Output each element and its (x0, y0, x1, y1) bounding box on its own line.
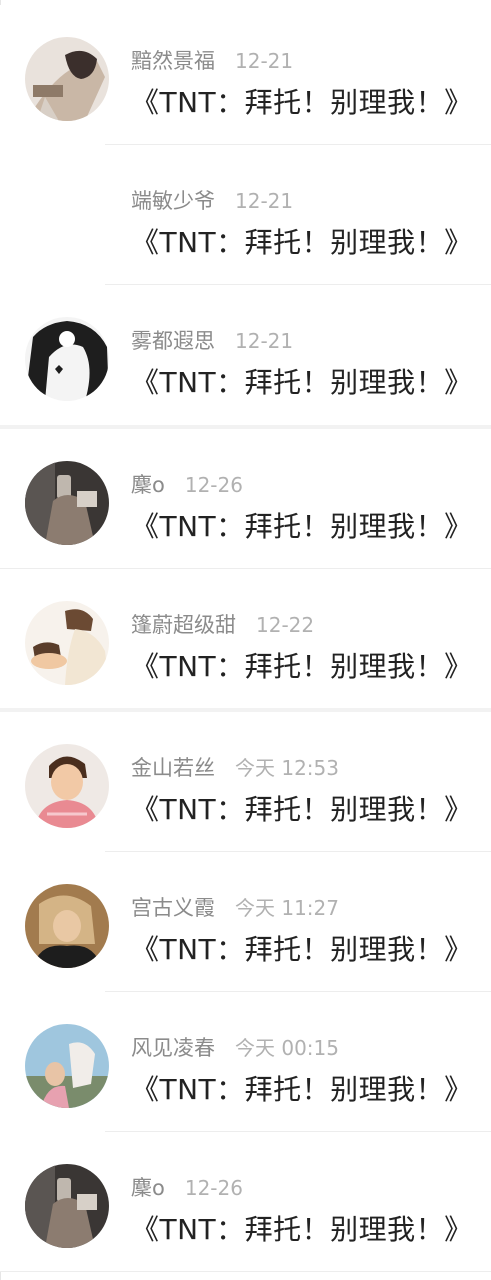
timestamp: 12-21 (235, 189, 294, 213)
list-item[interactable]: 端敏少爷 12-21 《TNT：拜托！别理我！》 (0, 145, 491, 285)
username[interactable]: 麇o (131, 469, 165, 499)
book-title[interactable]: 《TNT：拜托！别理我！》 (131, 1068, 473, 1108)
list-item[interactable]: 金山若丝 今天 12:53 《TNT：拜托！别理我！》 (0, 712, 491, 852)
book-title[interactable]: 《TNT：拜托！别理我！》 (131, 361, 473, 401)
timestamp: 12-26 (184, 1176, 243, 1200)
username[interactable]: 宫古义霞 (131, 892, 215, 922)
username[interactable]: 雾都遐思 (131, 325, 215, 355)
timestamp: 12-26 (184, 473, 243, 497)
list-item[interactable]: 风见凌春 今天 00:15 《TNT：拜托！别理我！》 (0, 992, 491, 1132)
book-title[interactable]: 《TNT：拜托！别理我！》 (131, 788, 473, 828)
username[interactable]: 篷蔚超级甜 (131, 609, 236, 639)
username[interactable]: 端敏少爷 (131, 185, 215, 215)
avatar[interactable] (25, 1024, 109, 1108)
book-title[interactable]: 《TNT：拜托！别理我！》 (131, 928, 473, 968)
list-item[interactable]: 篷蔚超级甜 12-22 《TNT：拜托！别理我！》 (0, 569, 491, 709)
avatar[interactable] (25, 601, 109, 685)
book-title[interactable]: 《TNT：拜托！别理我！》 (131, 1208, 473, 1248)
timestamp: 今天 11:27 (235, 896, 339, 920)
username[interactable]: 黯然景福 (131, 45, 215, 75)
list-item[interactable]: 黯然景福 12-21 《TNT：拜托！别理我！》 (0, 5, 491, 145)
list-item[interactable]: 麇o 12-26 《TNT：拜托！别理我！》 (0, 429, 491, 569)
avatar[interactable] (25, 317, 109, 401)
list-item[interactable]: 麇o 12-26 《TNT：拜托！别理我！》 (0, 1132, 491, 1272)
avatar[interactable] (25, 744, 109, 828)
username[interactable]: 麇o (131, 1172, 165, 1202)
book-title[interactable]: 《TNT：拜托！别理我！》 (131, 81, 473, 121)
timestamp: 12-21 (235, 49, 294, 73)
list-item[interactable]: 雾都遐思 12-21 《TNT：拜托！别理我！》 (0, 285, 491, 425)
timestamp: 今天 12:53 (235, 756, 339, 780)
avatar[interactable] (25, 461, 109, 545)
username[interactable]: 金山若丝 (131, 752, 215, 782)
avatar[interactable] (25, 884, 109, 968)
list-item[interactable]: 宫古义霞 今天 11:27 《TNT：拜托！别理我！》 (0, 852, 491, 992)
book-title[interactable]: 《TNT：拜托！别理我！》 (131, 505, 473, 545)
book-title[interactable]: 《TNT：拜托！别理我！》 (131, 221, 473, 261)
timestamp: 今天 00:15 (235, 1036, 339, 1060)
username[interactable]: 风见凌春 (131, 1032, 215, 1062)
timestamp: 12-22 (256, 613, 315, 637)
avatar[interactable] (25, 37, 109, 121)
book-title[interactable]: 《TNT：拜托！别理我！》 (131, 645, 473, 685)
avatar[interactable] (25, 1164, 109, 1248)
timestamp: 12-21 (235, 329, 294, 353)
